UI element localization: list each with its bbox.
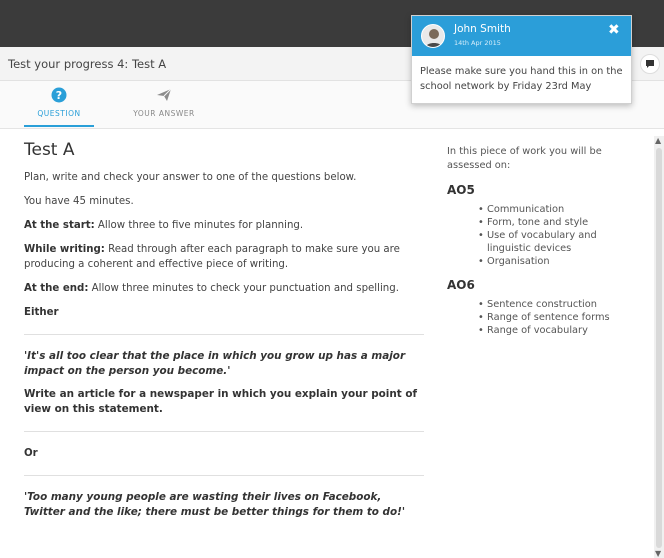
either-label: Either [24,307,59,318]
or-label: Or [24,448,38,459]
list-item: Use of vocabulary and linguistic devices [478,229,627,255]
divider [24,475,424,476]
scroll-down-icon[interactable]: ▼ [655,549,661,558]
scroll-up-icon[interactable]: ▲ [655,136,661,145]
ao5-list: Communication Form, tone and style Use o… [447,203,647,268]
close-icon[interactable]: ✖ [608,22,620,38]
ao6-list: Sentence construction Range of sentence … [447,298,647,337]
list-item: Communication [478,203,627,216]
quote-1: 'It's all too clear that the place in wh… [24,350,406,377]
start-text: Allow three to five minutes for planning… [94,220,304,231]
avatar [421,24,445,48]
sender-name: John Smith [454,23,511,35]
notification-message: Please make sure you hand this in on the… [420,66,623,92]
assessment-panel: In this piece of work you will be assess… [447,145,647,337]
tab-question[interactable]: ? QUESTION [24,87,94,127]
svg-text:?: ? [56,89,62,102]
chat-bubble-icon [646,60,654,68]
divider [24,431,424,432]
scroll-thumb[interactable] [656,148,662,548]
writing-label: While writing: [24,244,105,255]
page-title: Test your progress 4: Test A [8,57,167,71]
end-label: At the end: [24,283,89,294]
chat-button[interactable] [640,54,660,74]
test-heading: Test A [24,140,75,160]
quote-2: 'Too many young people are wasting their… [24,491,406,518]
paper-plane-icon [157,88,172,101]
question-circle-icon: ? [51,87,67,103]
message-date: 14th Apr 2015 [454,39,501,47]
ao5-heading: AO5 [447,183,475,197]
list-item: Range of sentence forms [478,311,627,324]
end-guidance: At the end: Allow three minutes to check… [24,281,424,296]
notification-header: John Smith 14th Apr 2015 ✖ [412,16,631,56]
end-text: Allow three minutes to check your punctu… [88,283,399,294]
time-text: You have 45 minutes. [24,196,134,207]
task-1: Write an article for a newspaper in whic… [24,388,418,415]
ao6-heading: AO6 [447,278,475,292]
scrollbar[interactable]: ▲ ▼ [654,136,664,558]
person-icon [425,29,443,47]
list-item: Form, tone and style [478,216,627,229]
start-label: At the start: [24,220,95,231]
tab-your-answer-label: YOUR ANSWER [133,109,195,118]
question-content: Test A Plan, write and check your answer… [0,136,440,558]
start-guidance: At the start: Allow three to five minute… [24,218,424,233]
tab-question-label: QUESTION [37,109,81,118]
list-item: Range of vocabulary [478,324,627,337]
instruction-text: Plan, write and check your answer to one… [24,172,357,183]
list-item: Organisation [478,255,627,268]
tab-your-answer[interactable]: YOUR ANSWER [122,87,206,127]
assessment-intro: In this piece of work you will be assess… [447,146,602,171]
list-item: Sentence construction [478,298,627,311]
divider [24,334,424,335]
notification-popup: John Smith 14th Apr 2015 ✖ Please make s… [411,15,632,104]
writing-guidance: While writing: Read through after each p… [24,242,424,272]
